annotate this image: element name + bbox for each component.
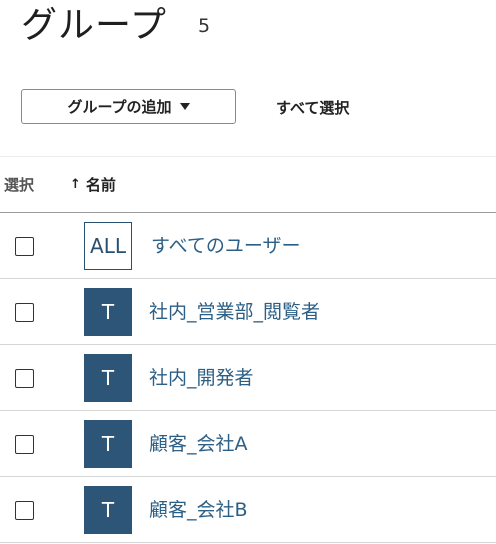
row-checkbox[interactable] [15,501,34,520]
group-avatar: T [84,486,132,534]
table-row: T 顧客_会社B [0,477,496,543]
group-name-link[interactable]: 社内_開発者 [149,365,254,391]
row-checkbox[interactable] [15,435,34,454]
group-count: 5 [198,15,211,37]
row-checkbox[interactable] [15,303,34,322]
group-avatar: ALL [84,222,132,270]
page-title: グループ [21,5,167,46]
group-name-link[interactable]: 顧客_会社B [149,497,248,523]
group-name-link[interactable]: すべてのユーザー [151,233,301,259]
group-list: ALL すべてのユーザー T 社内_営業部_閲覧者 T 社内_開発者 T 顧客_… [0,213,496,543]
caret-down-icon [179,103,190,110]
group-name-link[interactable]: 社内_営業部_閲覧者 [149,299,320,325]
add-group-label: グループの追加 [67,98,172,116]
column-header-name[interactable]: ↑ 名前 [70,174,116,195]
table-row: T 顧客_会社A [0,411,496,477]
arrow-up-icon: ↑ [70,177,81,192]
table-header: 選択 ↑ 名前 [0,157,496,212]
table-row: ALL すべてのユーザー [0,213,496,279]
table-row: T 社内_営業部_閲覧者 [0,279,496,345]
group-name-link[interactable]: 顧客_会社A [149,431,248,457]
group-avatar: T [84,288,132,336]
row-checkbox[interactable] [15,369,34,388]
column-header-select: 選択 [4,176,35,194]
table-row: T 社内_開発者 [0,345,496,411]
add-group-button[interactable]: グループの追加 [21,89,236,124]
row-checkbox[interactable] [15,237,34,256]
select-all-button[interactable]: すべて選択 [276,97,349,119]
group-avatar: T [84,420,132,468]
column-header-name-label: 名前 [85,176,116,194]
group-avatar: T [84,354,132,402]
